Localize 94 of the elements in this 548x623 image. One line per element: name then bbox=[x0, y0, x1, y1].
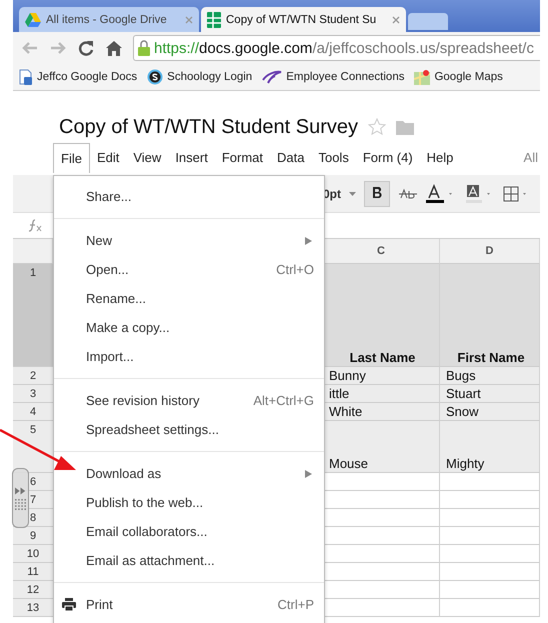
menu-item[interactable]: File bbox=[53, 143, 90, 173]
table-cell[interactable] bbox=[323, 473, 440, 491]
drive-icon bbox=[25, 12, 41, 26]
browser-tab[interactable]: All items - Google Drive bbox=[19, 7, 199, 32]
menu-option[interactable]: Print Ctrl+P bbox=[54, 590, 324, 619]
row-number[interactable]: 12 bbox=[13, 581, 53, 599]
bookmark-link[interactable]: Employee Connections bbox=[262, 70, 404, 84]
circle-s-icon bbox=[147, 69, 164, 85]
menu-option[interactable]: See revision history Alt+Ctrl+G bbox=[54, 386, 324, 415]
menu-item[interactable]: Insert bbox=[168, 143, 215, 171]
row-number[interactable]: 1 bbox=[13, 264, 53, 367]
menu-item[interactable]: Help bbox=[420, 143, 460, 171]
caret-icon[interactable] bbox=[349, 192, 356, 196]
menu-option[interactable]: Email as attachment... bbox=[54, 546, 324, 575]
table-cell[interactable] bbox=[323, 491, 440, 509]
table-cell[interactable] bbox=[440, 527, 540, 545]
row-number[interactable]: 3 bbox=[13, 385, 53, 403]
floating-menu[interactable] bbox=[12, 468, 29, 528]
document-icon bbox=[19, 69, 33, 85]
column-header[interactable]: D bbox=[440, 239, 540, 264]
column-title: Last Name bbox=[350, 350, 416, 365]
new-tab-button[interactable] bbox=[408, 13, 448, 30]
menu-option[interactable]: Publish to the web... bbox=[54, 488, 324, 517]
row-number[interactable]: 13 bbox=[13, 599, 53, 617]
menu-option[interactable]: Open... Ctrl+O bbox=[54, 255, 324, 284]
table-cell[interactable] bbox=[323, 545, 440, 563]
menu-option[interactable]: Import... bbox=[54, 342, 324, 371]
table-cell[interactable] bbox=[440, 491, 540, 509]
bookmark-link[interactable]: Schoology Login bbox=[147, 69, 252, 85]
menu-item[interactable]: Edit bbox=[90, 143, 126, 171]
printer-icon bbox=[62, 598, 76, 611]
folder-icon[interactable] bbox=[396, 120, 414, 134]
menu-item[interactable]: Form (4) bbox=[356, 143, 420, 171]
table-cell[interactable] bbox=[323, 509, 440, 527]
column-title: First Name bbox=[457, 350, 525, 365]
document-title: Copy of WT/WTN Student Survey bbox=[59, 116, 358, 138]
map-icon bbox=[414, 69, 430, 85]
lock-icon bbox=[138, 40, 150, 56]
menu-option[interactable]: Share... bbox=[54, 182, 324, 211]
table-cell[interactable] bbox=[323, 599, 440, 617]
menu-option[interactable]: Make a copy... bbox=[54, 313, 324, 342]
table-cell[interactable] bbox=[440, 473, 540, 491]
submenu-arrow-icon bbox=[305, 236, 312, 244]
submenu-arrow-icon bbox=[305, 470, 312, 478]
row-number[interactable]: 10 bbox=[13, 545, 53, 563]
table-cell: Mouse bbox=[329, 456, 368, 471]
bold-icon bbox=[372, 186, 382, 198]
menu-item[interactable]: Tools bbox=[311, 143, 356, 171]
table-cell: Stuart bbox=[446, 386, 481, 401]
swoosh-icon bbox=[262, 70, 282, 84]
menu-item[interactable]: Data bbox=[270, 143, 312, 171]
table-cell[interactable] bbox=[440, 563, 540, 581]
browser-tab[interactable]: Copy of WT/WTN Student Su bbox=[201, 7, 406, 32]
table-cell[interactable] bbox=[323, 581, 440, 599]
row-number[interactable]: 4 bbox=[13, 403, 53, 421]
menu-option[interactable]: Spreadsheet settings... bbox=[54, 415, 324, 444]
table-cell[interactable] bbox=[440, 545, 540, 563]
close-icon[interactable] bbox=[185, 16, 193, 24]
table-cell: Snow bbox=[446, 404, 479, 419]
bold-button[interactable] bbox=[364, 180, 390, 206]
table-cell: Bunny bbox=[329, 368, 366, 383]
table-cell: White bbox=[329, 404, 362, 419]
dots-grid-icon bbox=[15, 498, 26, 510]
corner-cell[interactable] bbox=[13, 239, 53, 264]
table-cell[interactable] bbox=[323, 527, 440, 545]
row-number[interactable]: 2 bbox=[13, 367, 53, 385]
home-icon[interactable] bbox=[105, 39, 123, 57]
menu-item[interactable]: Format bbox=[214, 143, 270, 171]
bookmark-link[interactable]: Google Maps bbox=[414, 69, 503, 85]
table-cell[interactable] bbox=[440, 581, 540, 599]
address-field[interactable]: https://docs.google.com/a/jeffcoschools.us/spreadsheet/c bbox=[133, 35, 540, 61]
menu-option[interactable]: Email collaborators... bbox=[54, 517, 324, 546]
table-cell: Bugs bbox=[446, 368, 476, 383]
double-arrow-icon bbox=[15, 486, 26, 494]
menu-option[interactable]: Rename... bbox=[54, 284, 324, 313]
bookmark-link[interactable]: Jeffco Google Docs bbox=[19, 69, 138, 85]
row-number[interactable]: 9 bbox=[13, 527, 53, 545]
table-cell[interactable] bbox=[440, 509, 540, 527]
menu-option[interactable]: Download as bbox=[54, 459, 324, 488]
formula-icon bbox=[27, 218, 43, 232]
column-header[interactable]: C bbox=[323, 239, 440, 264]
row-number[interactable]: 5 bbox=[13, 421, 53, 473]
menu-option[interactable]: New bbox=[54, 226, 324, 255]
close-icon[interactable] bbox=[392, 16, 400, 24]
save-status: All bbox=[524, 150, 538, 164]
table-cell[interactable] bbox=[323, 563, 440, 581]
table-cell[interactable] bbox=[440, 599, 540, 617]
spreadsheet-icon bbox=[207, 12, 221, 28]
menu-item[interactable]: View bbox=[126, 143, 168, 171]
table-cell: Mighty bbox=[446, 456, 484, 471]
star-icon[interactable] bbox=[368, 118, 386, 136]
reload-icon[interactable] bbox=[77, 39, 95, 57]
table-cell: ittle bbox=[329, 386, 350, 401]
row-number[interactable]: 11 bbox=[13, 563, 53, 581]
